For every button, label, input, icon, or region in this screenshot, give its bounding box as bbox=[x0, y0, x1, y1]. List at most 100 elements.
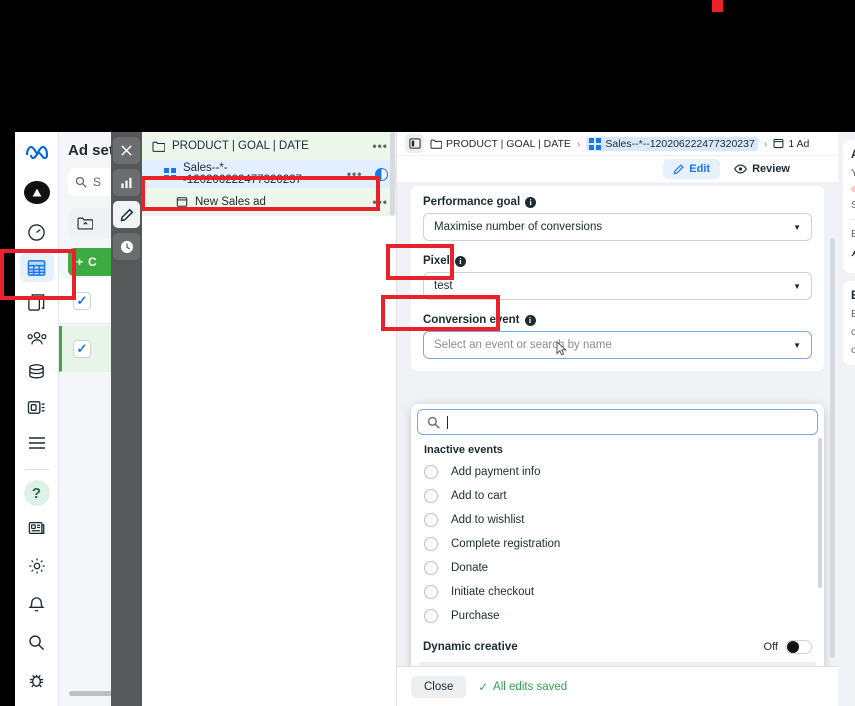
close-button-label: Close bbox=[424, 680, 454, 693]
optimisation-card: Performance goal i Maximise number of co… bbox=[411, 186, 824, 371]
dropdown-option-label: Purchase bbox=[451, 610, 500, 622]
main-action-bar: Edit Review bbox=[397, 156, 838, 182]
radio-icon[interactable] bbox=[424, 513, 438, 527]
gear-icon[interactable] bbox=[20, 550, 54, 582]
breadcrumb: PRODUCT | GOAL | DATE › Sales--*--120206… bbox=[397, 132, 838, 156]
panel-toggle-icon[interactable] bbox=[405, 134, 424, 153]
right-side-panel: Aud Your a Speci Estim Esti Estim camp o… bbox=[838, 132, 855, 706]
breadcrumb-campaign-label: Sales--*--120206222477320237 bbox=[605, 137, 755, 150]
conversion-event-select[interactable]: Select an event or search by name ▼ bbox=[423, 331, 812, 359]
dropdown-option[interactable]: Add payment info bbox=[411, 460, 824, 484]
audience-card-line1: Your a bbox=[851, 167, 855, 179]
breadcrumb-ads-label: 1 Ad bbox=[788, 137, 810, 150]
tree-row-more-icon[interactable]: ••• bbox=[372, 139, 388, 153]
conversion-event-dropdown: Inactive events Add payment info Add to … bbox=[411, 404, 824, 670]
tree-row-campaign[interactable]: Sales--*--120206222477320237 ••• bbox=[142, 160, 396, 188]
rail-item-table[interactable] bbox=[19, 253, 54, 283]
clock-icon[interactable] bbox=[113, 233, 140, 260]
dynamic-creative-toggle[interactable] bbox=[785, 640, 812, 654]
search-icon bbox=[427, 416, 440, 429]
news-icon[interactable] bbox=[20, 512, 54, 544]
main-content-panel: PRODUCT | GOAL | DATE › Sales--*--120206… bbox=[397, 132, 838, 706]
radio-icon[interactable] bbox=[424, 609, 438, 623]
chevron-down-icon: ▼ bbox=[793, 281, 801, 291]
dynamic-creative-control: Off bbox=[764, 640, 812, 654]
browser-viewport: ? Ad set S + C ✓ ✓ PRODUCT | GOAL | DATE… bbox=[15, 132, 855, 706]
pencil-icon[interactable] bbox=[113, 201, 140, 228]
account-avatar[interactable] bbox=[23, 180, 50, 205]
campaign-grid-icon bbox=[589, 137, 602, 150]
tree-row-more-icon[interactable]: ••• bbox=[347, 167, 363, 181]
estimate-card-title: Esti bbox=[851, 290, 855, 302]
breadcrumb-ads[interactable]: 1 Ad bbox=[773, 138, 809, 150]
trend-chart-icon bbox=[851, 246, 855, 264]
tree-row-more-icon[interactable]: ••• bbox=[372, 195, 388, 209]
delivery-status-icon[interactable] bbox=[375, 167, 388, 181]
pencil-icon bbox=[673, 163, 684, 174]
radio-icon[interactable] bbox=[424, 561, 438, 575]
tree-row-label: New Sales ad bbox=[195, 196, 266, 208]
tree-row-ad[interactable]: New Sales ad ••• bbox=[142, 188, 396, 216]
info-icon[interactable]: i bbox=[525, 196, 537, 208]
search-icon[interactable] bbox=[20, 626, 54, 658]
bug-icon[interactable] bbox=[20, 664, 54, 696]
dynamic-creative-title: Dynamic creative bbox=[423, 641, 518, 653]
screenshot-root: ? Ad set S + C ✓ ✓ PRODUCT | GOAL | DATE… bbox=[0, 0, 855, 706]
radio-icon[interactable] bbox=[424, 489, 438, 503]
dropdown-search-input[interactable] bbox=[417, 409, 818, 435]
help-icon[interactable]: ? bbox=[23, 480, 50, 507]
dropdown-option[interactable]: Add to cart bbox=[411, 484, 824, 508]
tree-group: PRODUCT | GOAL | DATE ••• Sales--*--1202… bbox=[142, 132, 396, 216]
performance-goal-label-row: Performance goal i bbox=[423, 196, 812, 208]
rail-item-menu[interactable] bbox=[20, 428, 54, 457]
top-annotation-mark bbox=[712, 0, 723, 12]
pixel-select[interactable]: test ▼ bbox=[423, 272, 812, 300]
rail-item-dashboard[interactable] bbox=[20, 218, 54, 247]
check-icon: ✓ bbox=[478, 681, 489, 694]
rail-item-media[interactable] bbox=[20, 393, 54, 422]
bell-icon[interactable] bbox=[20, 588, 54, 620]
dropdown-option[interactable]: Add to wishlist bbox=[411, 508, 824, 532]
main-scrollbar[interactable] bbox=[830, 238, 835, 658]
chart-bars-icon[interactable] bbox=[113, 169, 140, 196]
meta-logo-icon[interactable] bbox=[20, 138, 54, 167]
dropdown-option[interactable]: Initiate checkout bbox=[411, 580, 824, 604]
performance-goal-select[interactable]: Maximise number of conversions ▼ bbox=[423, 213, 812, 241]
dropdown-option[interactable]: Purchase bbox=[411, 604, 824, 628]
rail-item-audiences[interactable] bbox=[20, 323, 54, 352]
close-button[interactable]: Close bbox=[411, 675, 467, 698]
review-button[interactable]: Review bbox=[730, 159, 794, 179]
pixel-label-row: Pixel i bbox=[423, 255, 812, 267]
search-icon bbox=[75, 176, 87, 188]
row-checkbox[interactable]: ✓ bbox=[73, 339, 91, 358]
breadcrumb-folder-label: PRODUCT | GOAL | DATE bbox=[446, 137, 571, 150]
info-icon[interactable]: i bbox=[454, 255, 466, 267]
estimate-card-line1: Estim bbox=[851, 308, 855, 320]
left-icon-rail: ? bbox=[15, 132, 59, 706]
card-divider bbox=[851, 219, 855, 220]
radio-icon[interactable] bbox=[424, 585, 438, 599]
dropdown-scrollbar[interactable] bbox=[818, 438, 822, 588]
footer-bar: Close ✓ All edits saved bbox=[397, 666, 838, 706]
dropdown-option[interactable]: Donate bbox=[411, 556, 824, 580]
row-checkbox[interactable]: ✓ bbox=[73, 291, 91, 310]
close-icon[interactable] bbox=[113, 137, 140, 164]
breadcrumb-folder[interactable]: PRODUCT | GOAL | DATE bbox=[430, 138, 571, 150]
radio-icon[interactable] bbox=[424, 465, 438, 479]
pixel-value: test bbox=[434, 280, 453, 292]
status-badge: ✓ All edits saved bbox=[478, 680, 567, 694]
rail-item-pages[interactable] bbox=[20, 288, 54, 317]
info-icon[interactable]: i bbox=[524, 314, 536, 326]
tree-scrollbar[interactable] bbox=[390, 132, 395, 216]
estimated-results-card: Esti Estim camp optim bbox=[843, 281, 855, 365]
edit-button[interactable]: Edit bbox=[663, 159, 721, 179]
performance-goal-value: Maximise number of conversions bbox=[434, 221, 603, 233]
tree-row-folder[interactable]: PRODUCT | GOAL | DATE ••• bbox=[142, 132, 396, 160]
text-caret bbox=[447, 415, 448, 429]
rail-item-billing[interactable] bbox=[20, 358, 54, 387]
floating-dark-toolbar bbox=[111, 132, 142, 706]
breadcrumb-campaign[interactable]: Sales--*--120206222477320237 bbox=[586, 136, 758, 151]
radio-icon[interactable] bbox=[424, 537, 438, 551]
plus-icon: + bbox=[76, 255, 84, 269]
dropdown-option[interactable]: Complete registration bbox=[411, 532, 824, 556]
